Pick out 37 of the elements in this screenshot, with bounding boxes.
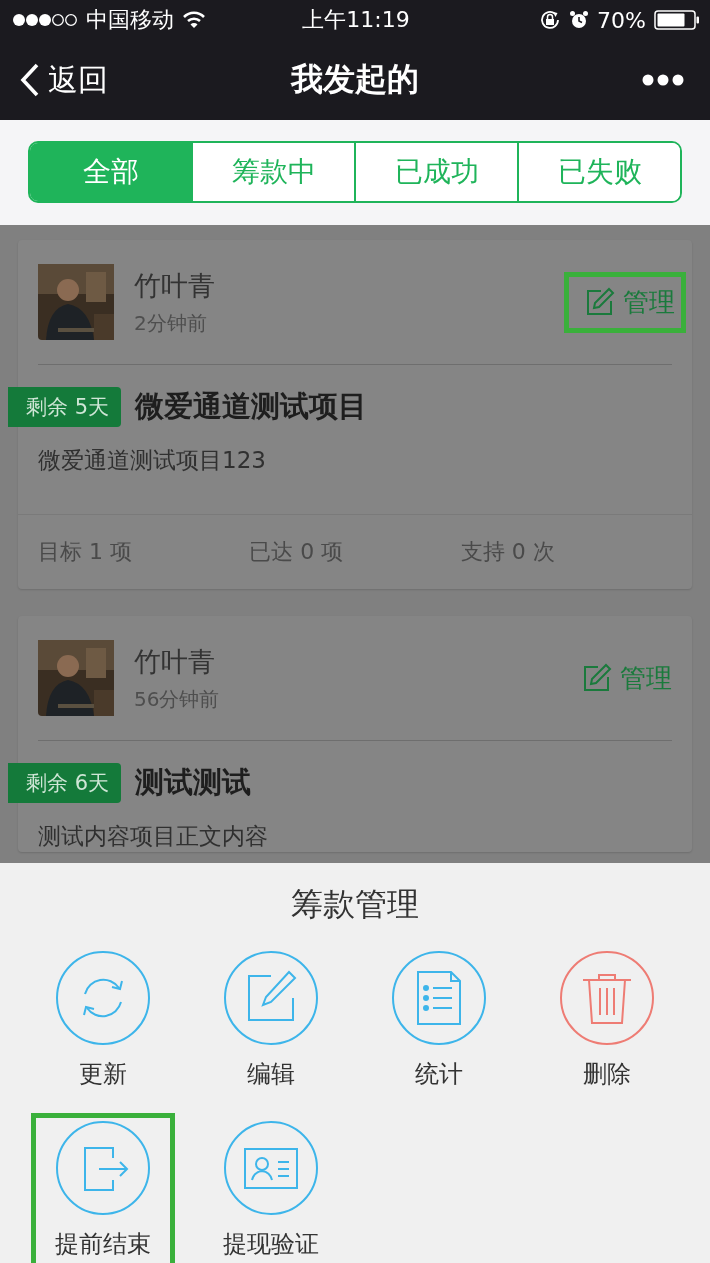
author-name: 竹叶青	[134, 644, 216, 679]
action-button[interactable]: 提现验证	[199, 1113, 343, 1263]
edit-icon	[585, 287, 615, 317]
signal-icon	[12, 13, 78, 27]
stat-text: 目标 1 项	[38, 538, 133, 566]
wifi-icon	[182, 11, 206, 29]
back-chevron-icon	[20, 63, 40, 97]
refresh-icon	[55, 950, 151, 1046]
action-button[interactable]: 删除	[535, 943, 679, 1105]
stat-text: 支持 0 次	[460, 538, 556, 566]
author-name: 竹叶青	[134, 268, 216, 303]
stat-text: 已达 0 项	[249, 538, 345, 566]
days-left-tag: 剩余 6天	[8, 763, 122, 803]
action-button[interactable]: 提前结束	[31, 1113, 175, 1263]
rotation-lock-icon	[539, 9, 562, 31]
battery-icon	[654, 10, 700, 30]
sheet-title: 筹款管理	[290, 884, 420, 925]
list-document-icon	[391, 950, 487, 1046]
edit-icon	[582, 663, 612, 693]
more-icon[interactable]	[642, 74, 684, 86]
project-description: 微爱通道测试项目123	[38, 446, 267, 475]
action-button[interactable]: 编辑	[199, 943, 343, 1105]
project-description: 测试内容项目正文内容	[38, 822, 269, 851]
action-button[interactable]: 更新	[31, 943, 175, 1105]
carrier-name: 中国移动	[86, 6, 174, 34]
action-button[interactable]: 统计	[367, 943, 511, 1105]
trash-icon	[559, 950, 655, 1046]
edit-icon	[223, 950, 319, 1046]
project-title: 微爱通道测试项目	[135, 388, 368, 425]
project-title: 测试测试	[135, 764, 252, 801]
status-time: 上午11:19	[302, 6, 410, 34]
alarm-icon	[569, 10, 590, 30]
back-button[interactable]: 返回	[20, 59, 108, 101]
page-title: 我发起的	[291, 59, 419, 100]
id-card-icon	[223, 1120, 319, 1216]
days-left-tag: 剩余 5天	[8, 387, 122, 427]
battery-percent: 70%	[597, 7, 646, 33]
